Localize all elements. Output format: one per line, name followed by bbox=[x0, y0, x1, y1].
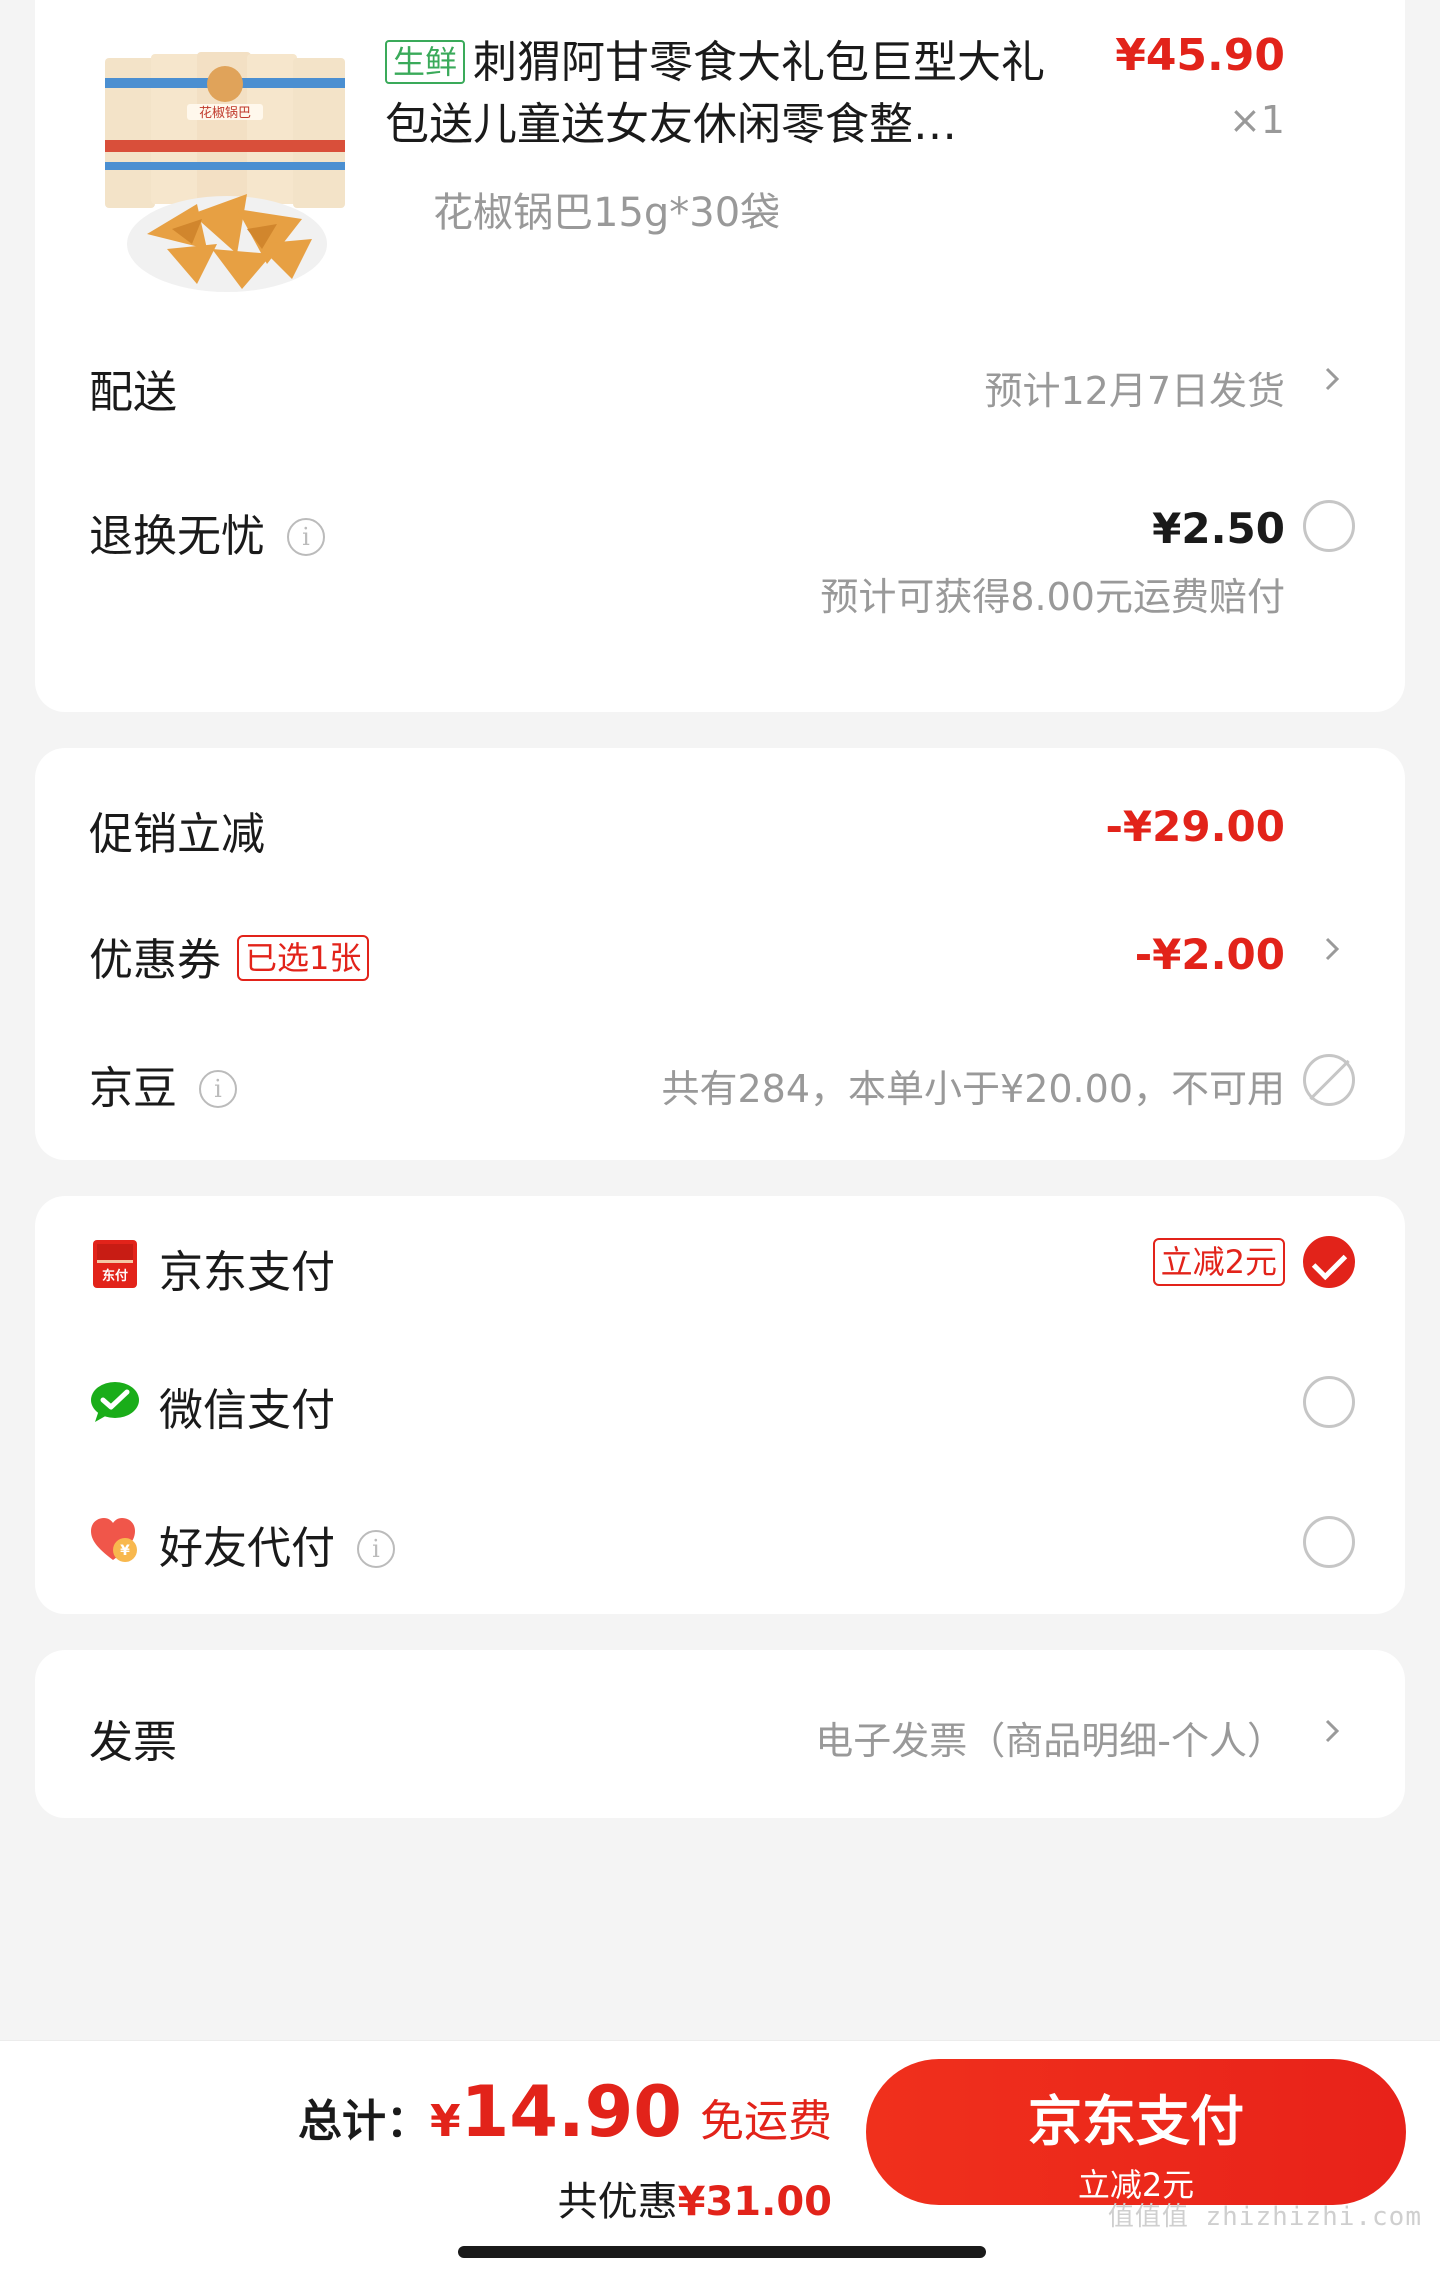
coupon-label: 优惠券 bbox=[89, 935, 221, 986]
order-item-card: 花椒锅巴 生鲜 刺猬阿甘零食大礼包巨型大礼包送儿童送女友休闲零食整… ¥45.90… bbox=[35, 0, 1405, 712]
chevron-right-icon bbox=[1325, 1719, 1340, 1743]
jingdou-disabled-radio bbox=[1303, 1054, 1355, 1106]
svg-text:¥: ¥ bbox=[120, 1543, 130, 1559]
jdpay-radio[interactable] bbox=[1303, 1236, 1355, 1288]
submit-pay-button[interactable]: 京东支付 立减2元 bbox=[866, 2059, 1406, 2205]
wechat-pay-label: 微信支付 bbox=[159, 1385, 335, 1436]
return-insurance-label: 退换无忧 bbox=[89, 511, 265, 562]
total-label: 总计： bbox=[297, 2096, 430, 2147]
free-shipping-label: 免运费 bbox=[700, 2096, 832, 2147]
info-icon[interactable]: i bbox=[357, 1530, 395, 1568]
promo-value: -¥29.00 bbox=[1105, 802, 1285, 851]
saved-label: 共优惠 bbox=[557, 2179, 678, 2225]
product-title-text: 刺猬阿甘零食大礼包巨型大礼包送儿童送女友休闲零食整… bbox=[385, 37, 1046, 150]
info-icon[interactable]: i bbox=[199, 1070, 237, 1108]
return-insurance-radio[interactable] bbox=[1303, 500, 1355, 552]
invoice-card[interactable]: 发票 电子发票（商品明细-个人） bbox=[35, 1650, 1405, 1818]
total-savings: 共优惠¥31.00 bbox=[558, 2169, 832, 2227]
friend-pay-radio[interactable] bbox=[1303, 1516, 1355, 1568]
friend-pay-label: 好友代付 bbox=[159, 1523, 335, 1574]
order-total: 总计：¥14.90 免运费 bbox=[298, 2071, 832, 2153]
site-watermark: 值值值 zhizhizhi.com bbox=[1107, 2202, 1422, 2232]
jingdou-label: 京豆 bbox=[89, 1063, 177, 1114]
delivery-date: 预计12月7日发货 bbox=[984, 369, 1285, 413]
wechat-pay-icon bbox=[91, 1382, 139, 1422]
snack-bags-image: 花椒锅巴 bbox=[97, 44, 353, 306]
product-thumbnail[interactable]: 花椒锅巴 bbox=[97, 44, 353, 306]
invoice-label: 发票 bbox=[89, 1717, 177, 1768]
jdpay-discount-badge: 立减2元 bbox=[1152, 1238, 1285, 1286]
product-spec: 花椒锅巴15g*30袋 bbox=[433, 190, 781, 236]
home-indicator[interactable] bbox=[458, 2246, 986, 2258]
coupon-value: -¥2.00 bbox=[1134, 930, 1285, 979]
friend-pay-heart-icon: ¥ bbox=[91, 1518, 137, 1562]
fresh-tag: 生鲜 bbox=[385, 40, 466, 84]
wechat-pay-radio[interactable] bbox=[1303, 1376, 1355, 1428]
saved-amount: ¥31.00 bbox=[677, 2179, 832, 2225]
delivery-label: 配送 bbox=[89, 367, 177, 418]
product-quantity: ×1 bbox=[1228, 98, 1285, 142]
jingdou-value: 共有284，本单小于¥20.00，不可用 bbox=[661, 1067, 1286, 1111]
chevron-right-icon bbox=[1325, 367, 1340, 391]
product-title[interactable]: 生鲜 刺猬阿甘零食大礼包巨型大礼包送儿童送女友休闲零食整… bbox=[385, 32, 1075, 156]
return-insurance-note: 预计可获得8.00元运费赔付 bbox=[820, 575, 1285, 619]
coupon-selected-badge: 已选1张 bbox=[237, 935, 370, 981]
info-icon[interactable]: i bbox=[287, 518, 325, 556]
total-currency: ¥ bbox=[429, 2096, 461, 2147]
discounts-card: 促销立减 -¥29.00 优惠券 已选1张 -¥2.00 京豆 i 共有284，本单… bbox=[35, 748, 1405, 1160]
payment-methods-card: 东付 京东支付 立减2元 微信支付 ¥ 好友代付 i bbox=[35, 1196, 1405, 1614]
pay-button-label: 京东支付 bbox=[1028, 2090, 1244, 2153]
total-amount: 14.90 bbox=[460, 2071, 682, 2153]
jdpay-label: 京东支付 bbox=[159, 1247, 335, 1298]
jdpay-icon: 东付 bbox=[93, 1240, 137, 1288]
product-price: ¥45.90 bbox=[1115, 30, 1285, 81]
invoice-value: 电子发票（商品明细-个人） bbox=[815, 1719, 1285, 1763]
return-insurance-price: ¥2.50 bbox=[1152, 504, 1285, 553]
svg-text:花椒锅巴: 花椒锅巴 bbox=[199, 105, 251, 121]
promo-label: 促销立减 bbox=[89, 809, 265, 860]
chevron-right-icon bbox=[1325, 937, 1340, 961]
svg-text:东付: 东付 bbox=[102, 1268, 128, 1284]
checkout-bar: 总计：¥14.90 免运费 共优惠¥31.00 京东支付 立减2元 bbox=[0, 2040, 1440, 2278]
